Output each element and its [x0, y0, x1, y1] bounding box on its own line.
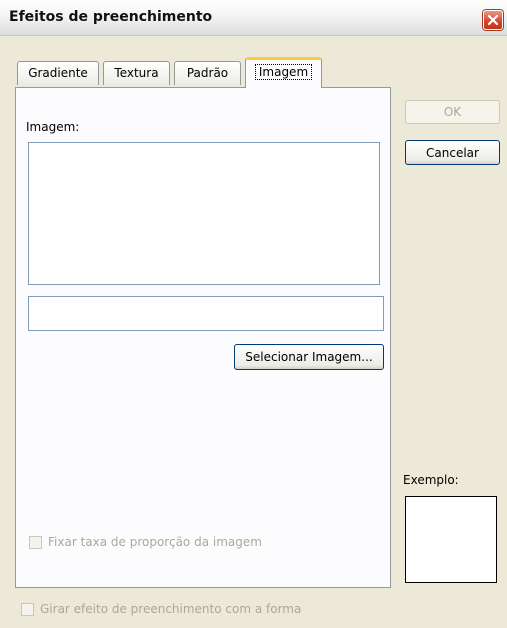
select-image-button[interactable]: Selecionar Imagem... [234, 344, 384, 370]
tab-label: Gradiente [28, 66, 88, 80]
close-button[interactable] [483, 10, 503, 30]
dialog-title: Efeitos de preenchimento [9, 9, 213, 25]
lock-aspect-label: Fixar taxa de proporção da imagem [48, 535, 262, 549]
tab-gradiente[interactable]: Gradiente [17, 61, 99, 85]
example-preview [405, 496, 497, 583]
rotate-with-shape-label: Girar efeito de preenchimento com a form… [40, 602, 302, 616]
ok-button-label: OK [443, 105, 462, 119]
image-label: Imagem: [26, 120, 80, 134]
tab-label: Imagem [254, 64, 313, 80]
select-image-button-label: Selecionar Imagem... [245, 350, 373, 364]
tab-label: Textura [114, 66, 159, 80]
rotate-with-shape-checkbox[interactable] [21, 603, 34, 616]
tab-imagem[interactable]: Imagem [245, 57, 322, 88]
title-bar: Efeitos de preenchimento [0, 0, 507, 36]
ok-button[interactable]: OK [405, 100, 500, 124]
tab-textura[interactable]: Textura [103, 61, 170, 85]
tab-padrao[interactable]: Padrão [174, 61, 241, 85]
image-preview-box [28, 142, 380, 285]
cancel-button[interactable]: Cancelar [405, 140, 500, 165]
image-path-field[interactable] [28, 296, 384, 331]
example-label: Exemplo: [403, 473, 459, 487]
close-icon [487, 14, 499, 26]
tab-label: Padrão [186, 66, 229, 80]
cancel-button-label: Cancelar [426, 145, 479, 160]
lock-aspect-checkbox[interactable] [29, 536, 42, 549]
